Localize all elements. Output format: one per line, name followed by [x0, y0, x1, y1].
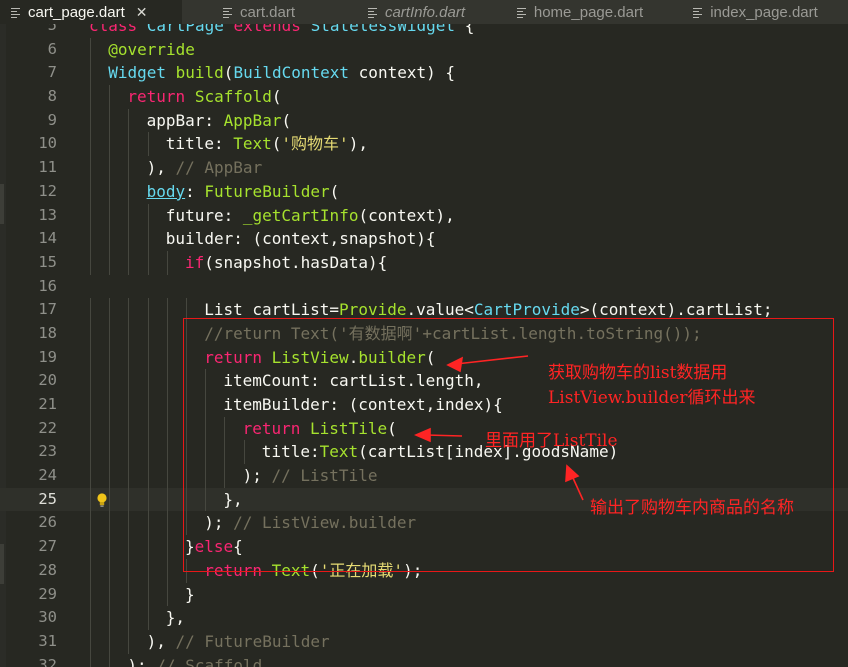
tab-cart-dart[interactable]: cart.dart [182, 0, 337, 24]
file-lines-icon [692, 7, 703, 18]
tab-label: cart.dart [239, 3, 296, 21]
editor-tab-bar: cart_page.dart ✕ cart.dart cartInfo.dart hom… [0, 0, 848, 24]
tab-index-page-dart[interactable]: index_page.dart [664, 0, 848, 24]
arrow-to-goodsname [572, 477, 584, 501]
file-lines-icon [222, 7, 233, 18]
tab-label: index_page.dart [710, 3, 818, 21]
tab-label: cartInfo.dart [384, 3, 466, 21]
file-lines-icon [10, 7, 21, 18]
annotation-arrows [413, 355, 584, 501]
tab-label: home_page.dart [533, 3, 644, 21]
arrow-to-listtile [425, 434, 463, 437]
file-lines-icon [516, 7, 527, 18]
tab-home-page-dart[interactable]: home_page.dart [497, 0, 664, 24]
tab-label: cart_page.dart [28, 3, 125, 21]
annotation-goodsname: 输出了购物车内商品的名称 [590, 498, 794, 518]
annotation-listview-line2: ListView.builder循环出来 [548, 388, 756, 408]
annotation-listtile: 里面用了ListTile [485, 431, 618, 451]
close-icon[interactable]: ✕ [136, 4, 148, 21]
arrow-head-2 [413, 427, 431, 443]
arrow-head-1 [446, 356, 464, 373]
arrow-head-3 [565, 464, 580, 483]
annotation-listview-line1: 获取购物车的list数据用 [548, 363, 728, 383]
arrow-to-listview-builder [455, 355, 529, 365]
tab-cart-page-dart[interactable]: cart_page.dart ✕ [0, 0, 182, 24]
code-editor[interactable]: 5 class CartPage extends StatelessWidget … [0, 24, 848, 667]
tab-cartInfo-dart[interactable]: cartInfo.dart [337, 0, 497, 24]
file-lines-icon [367, 7, 378, 18]
